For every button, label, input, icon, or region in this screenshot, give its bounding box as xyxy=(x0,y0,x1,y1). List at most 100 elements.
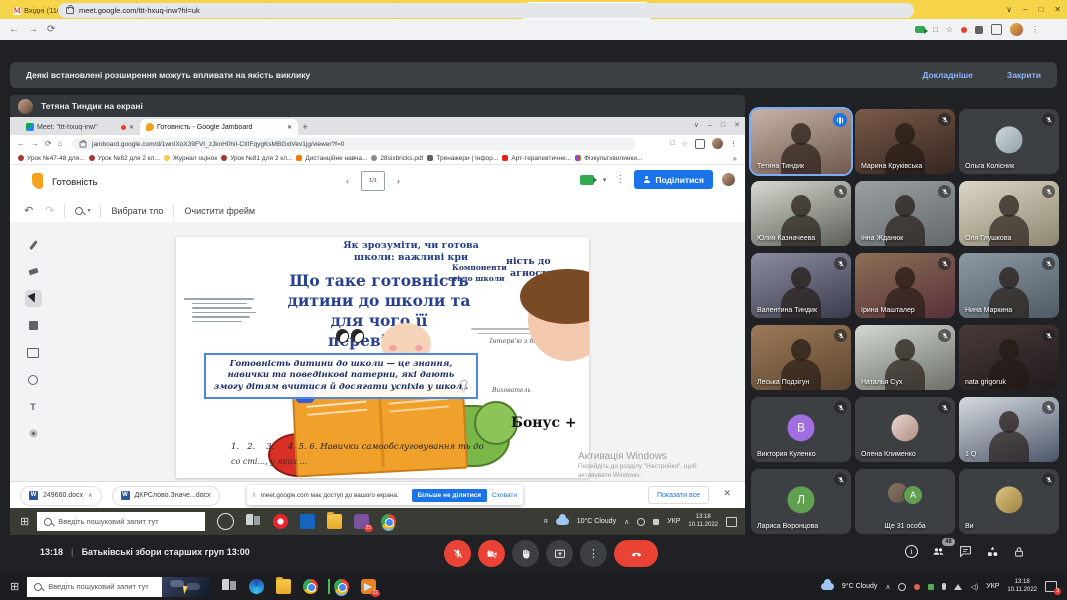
bookmark-item[interactable]: Урок №47-48 для... xyxy=(18,155,85,162)
app-icon[interactable] xyxy=(300,514,315,529)
share-button[interactable]: Поділитися xyxy=(634,170,713,189)
bookmark-item[interactable]: 28sixbricks.pdf xyxy=(371,155,423,162)
action-center-icon[interactable]: 3 xyxy=(1045,581,1057,592)
address-bar[interactable]: meet.google.com/ttt-hxuq-inw?hl=uk xyxy=(58,3,914,18)
forward-icon[interactable]: → xyxy=(31,139,39,148)
participant-tile[interactable]: Нина Маркина xyxy=(959,253,1059,318)
frame-indicator[interactable]: 1/1 xyxy=(361,171,385,191)
tray-expand-icon[interactable]: ∧ xyxy=(624,518,629,526)
participant-tile[interactable]: Ірина Машталер xyxy=(855,253,955,318)
forward-icon[interactable]: → xyxy=(28,24,38,35)
shape-tool-icon[interactable] xyxy=(25,371,42,388)
start-button[interactable]: ⊞ xyxy=(10,580,19,593)
profile-avatar[interactable] xyxy=(712,138,723,149)
dismiss-link[interactable]: Закрити xyxy=(1007,70,1041,80)
participant-tile[interactable]: Оля Глушкова xyxy=(959,181,1059,246)
meeting-details-icon[interactable]: i xyxy=(905,545,918,558)
participant-tile[interactable]: Леська Подзігун xyxy=(751,325,851,390)
app-icon[interactable]: 22 xyxy=(361,579,376,594)
camera-off-button[interactable] xyxy=(478,540,505,567)
inner-address-bar[interactable]: jamboard.google.com/d/1wnIXoX39FVI_zJknH… xyxy=(72,138,636,150)
participant-tile[interactable]: Марина Круківська xyxy=(855,109,955,174)
chat-icon[interactable] xyxy=(959,545,972,558)
language-indicator[interactable]: УКР xyxy=(986,583,999,590)
pen-tool-icon[interactable] xyxy=(25,236,42,253)
clear-frame-button[interactable]: Очистити фрейм xyxy=(184,206,255,216)
bookmark-star-icon[interactable]: ☆ xyxy=(682,140,688,148)
home-icon[interactable]: ⌂ xyxy=(58,139,63,148)
share-icon[interactable]: □ xyxy=(670,140,674,147)
participant-tile[interactable]: Ольга Колісник xyxy=(959,109,1059,174)
profile-avatar[interactable] xyxy=(1010,23,1023,36)
inner-tab-meet[interactable]: Meet: "ttt-hxuq-inw" ✕ xyxy=(20,119,140,135)
minimize-button[interactable]: – xyxy=(1023,5,1027,14)
window-menu-icon[interactable]: ∨ xyxy=(1006,5,1012,14)
bookmark-item[interactable]: Журнал оцінок xyxy=(164,155,217,162)
bookmark-item[interactable]: Урок №82 для 2 кл... xyxy=(89,155,160,162)
text-tool-icon[interactable] xyxy=(25,398,42,415)
participant-tile[interactable]: Тетяна Тиндик xyxy=(751,109,851,174)
bookmark-item[interactable]: Дистанційне навча... xyxy=(296,155,367,162)
maximize-button[interactable]: □ xyxy=(1038,5,1043,14)
close-button[interactable]: ✕ xyxy=(1054,5,1061,14)
antivirus-tray-icon[interactable] xyxy=(928,584,934,590)
select-tool-icon[interactable] xyxy=(25,290,42,307)
jamboard-canvas[interactable]: Як зрозуміти, чи готова школи: важливі к… xyxy=(176,237,589,478)
participant-tile[interactable]: Наталья Сух xyxy=(855,325,955,390)
download-file-chip[interactable]: 249660.docx ∧ xyxy=(20,486,102,506)
more-options-button[interactable]: ⋮ xyxy=(580,540,607,567)
eraser-tool-icon[interactable] xyxy=(25,263,42,280)
bookmark-star-icon[interactable]: ☆ xyxy=(946,25,953,34)
network-icon[interactable] xyxy=(954,584,962,590)
bookmark-item[interactable]: Тренажери | Інфор... xyxy=(427,155,498,162)
reload-icon[interactable]: ⟳ xyxy=(47,24,55,35)
taskbar-search-input[interactable]: Введіть пошуковий запит тут xyxy=(27,577,210,597)
meet-call-icon[interactable] xyxy=(580,175,594,185)
image-tool-icon[interactable] xyxy=(25,344,42,361)
browser-menu-icon[interactable]: ⋮ xyxy=(1031,25,1039,34)
show-all-downloads-button[interactable]: Показати все xyxy=(648,486,709,504)
recording-tray-icon[interactable] xyxy=(914,584,920,590)
start-button[interactable]: ⊞ xyxy=(20,515,29,528)
back-icon[interactable]: ← xyxy=(17,139,25,148)
task-view-icon[interactable] xyxy=(222,579,237,594)
mic-off-button[interactable] xyxy=(444,540,471,567)
volume-icon[interactable]: ◁) xyxy=(970,583,978,591)
raise-hand-button[interactable] xyxy=(512,540,539,567)
chrome-icon[interactable] xyxy=(303,579,318,594)
downloads-close-icon[interactable]: ✕ xyxy=(723,488,731,499)
weather-text[interactable]: 10°C Cloudy xyxy=(577,518,616,525)
clock[interactable]: 13:1810.11.2022 xyxy=(688,514,718,530)
more-options-icon[interactable]: ⋮ xyxy=(615,174,625,185)
participant-tile[interactable]: АЩе 31 особа xyxy=(855,469,955,534)
participants-icon[interactable]: 48 xyxy=(932,545,945,558)
mic-tray-icon[interactable] xyxy=(942,583,946,590)
file-explorer-icon[interactable] xyxy=(276,579,291,594)
inner-maximize-button[interactable]: □ xyxy=(721,122,725,129)
chrome-icon[interactable] xyxy=(381,514,396,529)
participant-tile[interactable]: Валентина Тиндик xyxy=(751,253,851,318)
download-file-chip[interactable]: ДКРСлово.Значе...docx xyxy=(112,486,220,506)
participant-tile[interactable]: 1 Q xyxy=(959,397,1059,462)
hide-button[interactable]: Сховати xyxy=(492,492,517,499)
background-button[interactable]: Вибрати тло xyxy=(111,206,163,216)
previous-frame-icon[interactable]: ‹ xyxy=(346,176,349,186)
camera-permission-icon[interactable] xyxy=(915,26,925,33)
weather-text[interactable]: 9°C Cloudy xyxy=(842,583,877,590)
activities-icon[interactable] xyxy=(986,545,999,558)
bookmarks-overflow-icon[interactable]: » xyxy=(733,154,737,163)
tray-expand-icon[interactable]: ∧ xyxy=(885,583,890,591)
extensions-icon[interactable] xyxy=(975,26,983,34)
tab-close-icon[interactable]: ✕ xyxy=(287,124,292,131)
file-explorer-icon[interactable] xyxy=(327,514,342,529)
jamboard-title[interactable]: Готовність xyxy=(52,177,98,188)
zoom-caret-icon[interactable]: ▾ xyxy=(87,207,90,214)
reload-icon[interactable]: ⟳ xyxy=(45,139,52,148)
cortana-icon[interactable] xyxy=(217,513,234,530)
end-call-button[interactable] xyxy=(614,540,658,567)
tray-icon[interactable] xyxy=(898,583,906,591)
inner-new-tab-button[interactable]: + xyxy=(298,119,312,135)
share-icon[interactable]: □ xyxy=(933,25,938,34)
chrome-sharing-icon[interactable] xyxy=(334,579,349,594)
host-controls-icon[interactable] xyxy=(1013,546,1025,558)
